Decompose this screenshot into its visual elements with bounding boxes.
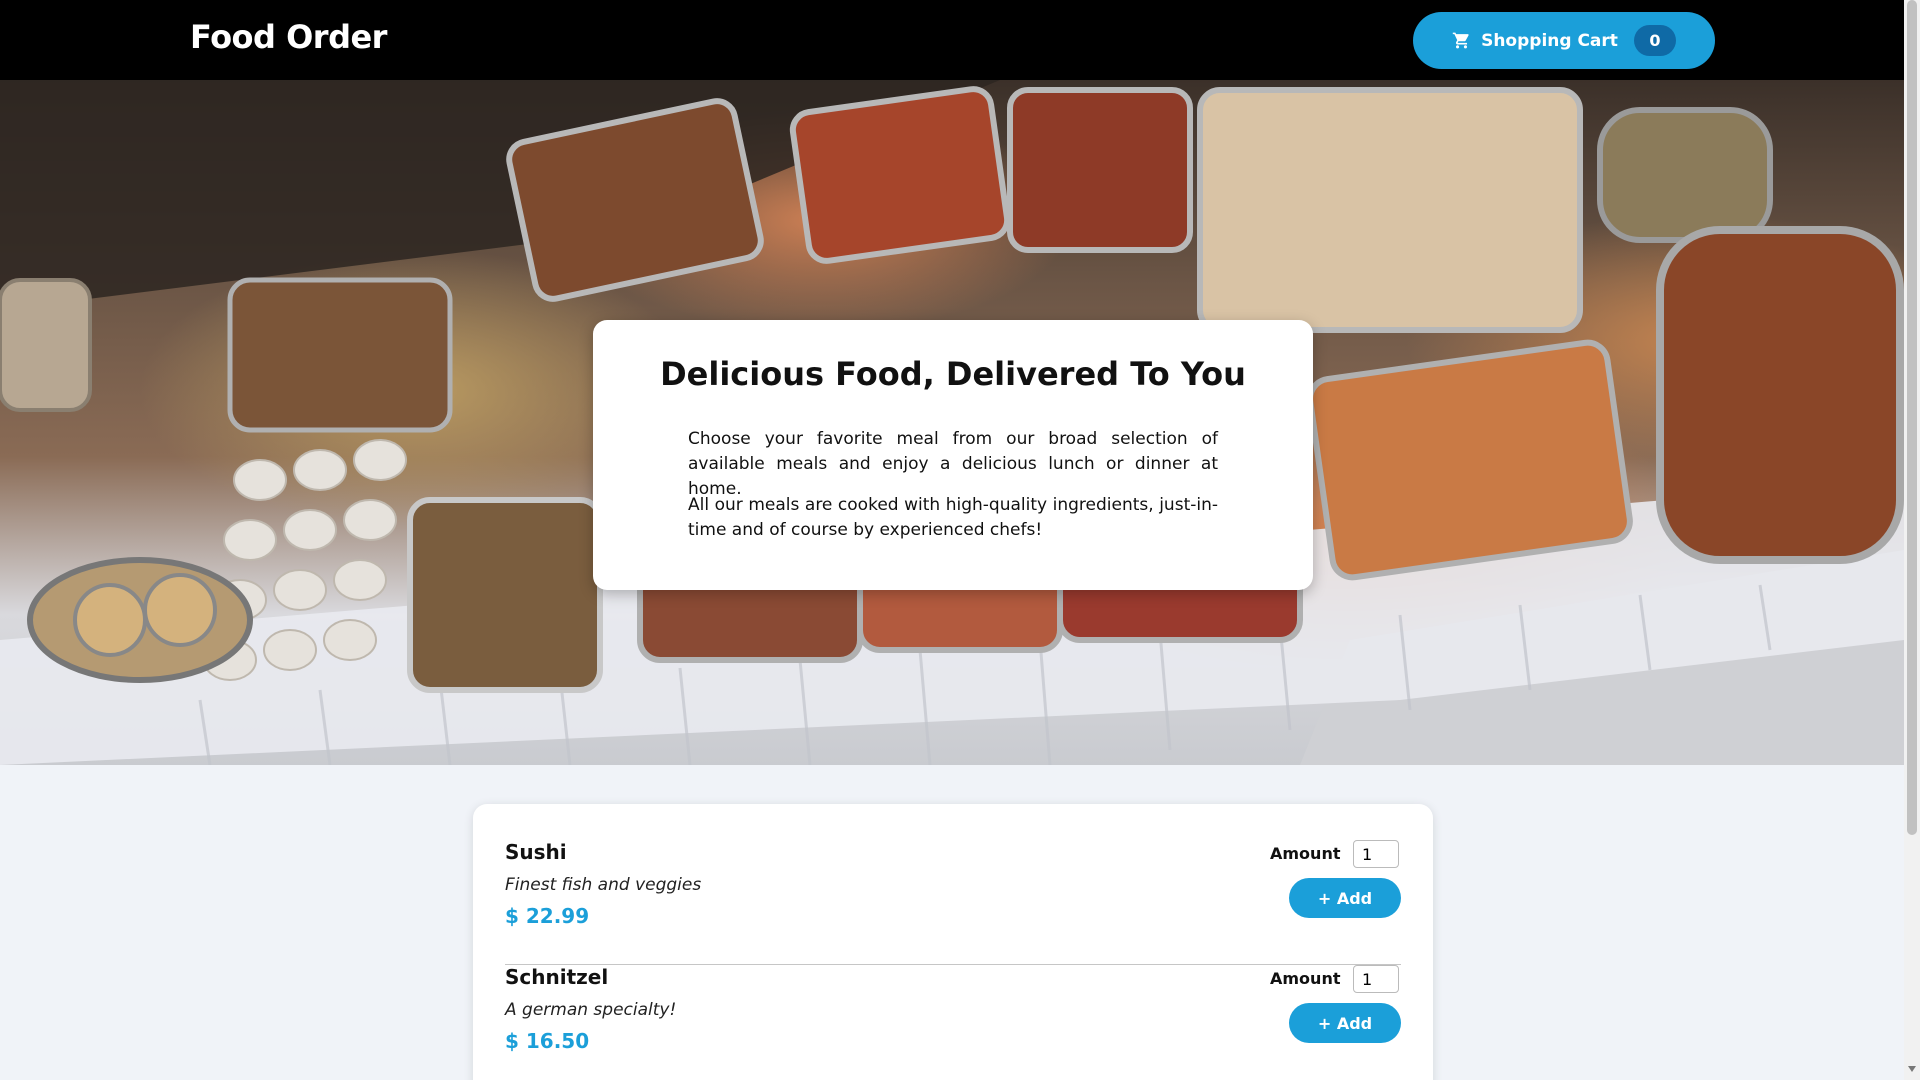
cart-icon xyxy=(1452,32,1469,49)
cart-count-badge: 0 xyxy=(1633,25,1676,56)
cart-label: Shopping Cart xyxy=(1481,30,1618,51)
hero-paragraph-2: All our meals are cooked with high-quali… xyxy=(688,495,1218,540)
hero-title: Delicious Food, Delivered To You xyxy=(660,355,1246,393)
add-to-cart-button[interactable]: + Add xyxy=(1289,1003,1401,1043)
scrollbar-thumb[interactable] xyxy=(1907,0,1917,835)
meal-name: Sushi xyxy=(505,840,567,864)
amount-input[interactable] xyxy=(1353,840,1399,868)
meal-price: $ 22.99 xyxy=(505,904,590,928)
hero-summary-card: Delicious Food, Delivered To You Choose … xyxy=(593,320,1313,590)
shopping-cart-button[interactable]: Shopping Cart 0 xyxy=(1413,12,1715,69)
meal-price: $ 16.50 xyxy=(505,1029,590,1053)
meal-name: Schnitzel xyxy=(505,965,609,989)
scroll-down-arrow-icon[interactable] xyxy=(1908,1066,1916,1072)
browser-viewport: Food Order Shopping Cart 0 Delicious Foo… xyxy=(0,0,1920,1080)
header: Food Order Shopping Cart 0 xyxy=(0,0,1904,80)
meals-list: Sushi Finest fish and veggies $ 22.99 Am… xyxy=(473,804,1433,1080)
meal-description: Finest fish and veggies xyxy=(505,875,702,895)
meal-description: A german specialty! xyxy=(505,1000,677,1020)
vertical-scrollbar[interactable] xyxy=(1904,0,1920,1080)
page: Food Order Shopping Cart 0 Delicious Foo… xyxy=(0,0,1904,1080)
hero-paragraph-1: Choose your favorite meal from our broad… xyxy=(688,429,1218,499)
brand-title: Food Order xyxy=(190,18,387,56)
meal-item: Schnitzel A german specialty! $ 16.50 Am… xyxy=(505,965,1401,1080)
amount-label: Amount xyxy=(1270,844,1341,863)
add-to-cart-button[interactable]: + Add xyxy=(1289,878,1401,918)
meal-item: Sushi Finest fish and veggies $ 22.99 Am… xyxy=(505,840,1401,965)
amount-input[interactable] xyxy=(1353,965,1399,993)
hero-banner: Delicious Food, Delivered To You Choose … xyxy=(0,80,1904,765)
amount-label: Amount xyxy=(1270,969,1341,988)
